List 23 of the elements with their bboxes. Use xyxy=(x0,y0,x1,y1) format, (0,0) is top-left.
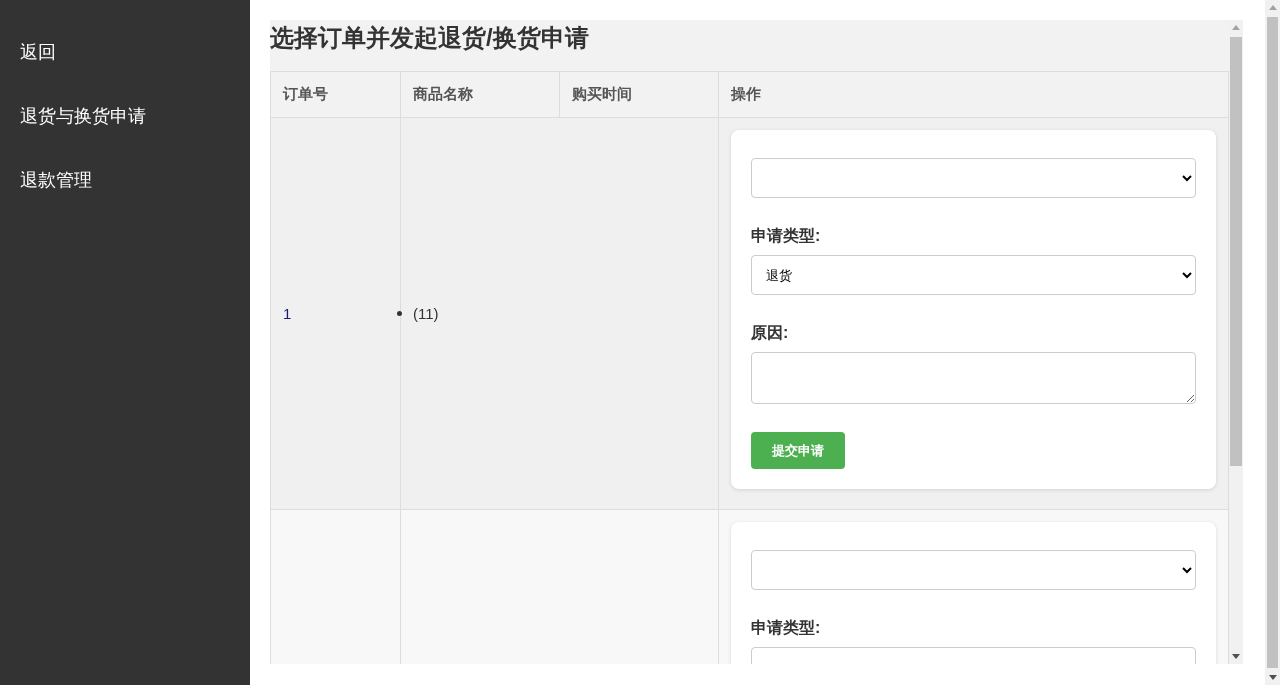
page-title: 选择订单并发起退货/换货申请 xyxy=(270,23,590,53)
sidebar-link[interactable]: 退款管理 xyxy=(0,168,250,232)
page-scrollbar[interactable] xyxy=(1265,0,1280,685)
sidebar-link[interactable]: 退货与换货申请 xyxy=(0,104,250,168)
field-label: 申请类型: xyxy=(751,226,821,246)
column-header: 订单号 xyxy=(270,71,401,118)
field-label: 原因: xyxy=(751,323,789,343)
column-header: 购买时间 xyxy=(559,71,719,118)
field-label: 申请类型: xyxy=(751,618,821,638)
sidebar-link[interactable]: 返回 xyxy=(0,40,250,104)
scroll-up-icon[interactable] xyxy=(1232,25,1240,30)
order-number: 1 xyxy=(283,305,292,322)
column-header: 商品名称 xyxy=(400,71,560,118)
scroll-down-icon[interactable] xyxy=(1268,675,1277,680)
type-select[interactable]: 退货 xyxy=(751,255,1196,295)
scroll-down-icon[interactable] xyxy=(1232,654,1240,659)
scroll-up-icon[interactable] xyxy=(1268,5,1277,10)
product-name: (11) xyxy=(413,305,439,322)
column-header: 操作 xyxy=(718,71,1229,118)
order-select[interactable] xyxy=(751,550,1196,590)
order-select[interactable] xyxy=(751,158,1196,198)
bullet-dot xyxy=(397,311,402,316)
reason-field[interactable] xyxy=(751,352,1196,404)
